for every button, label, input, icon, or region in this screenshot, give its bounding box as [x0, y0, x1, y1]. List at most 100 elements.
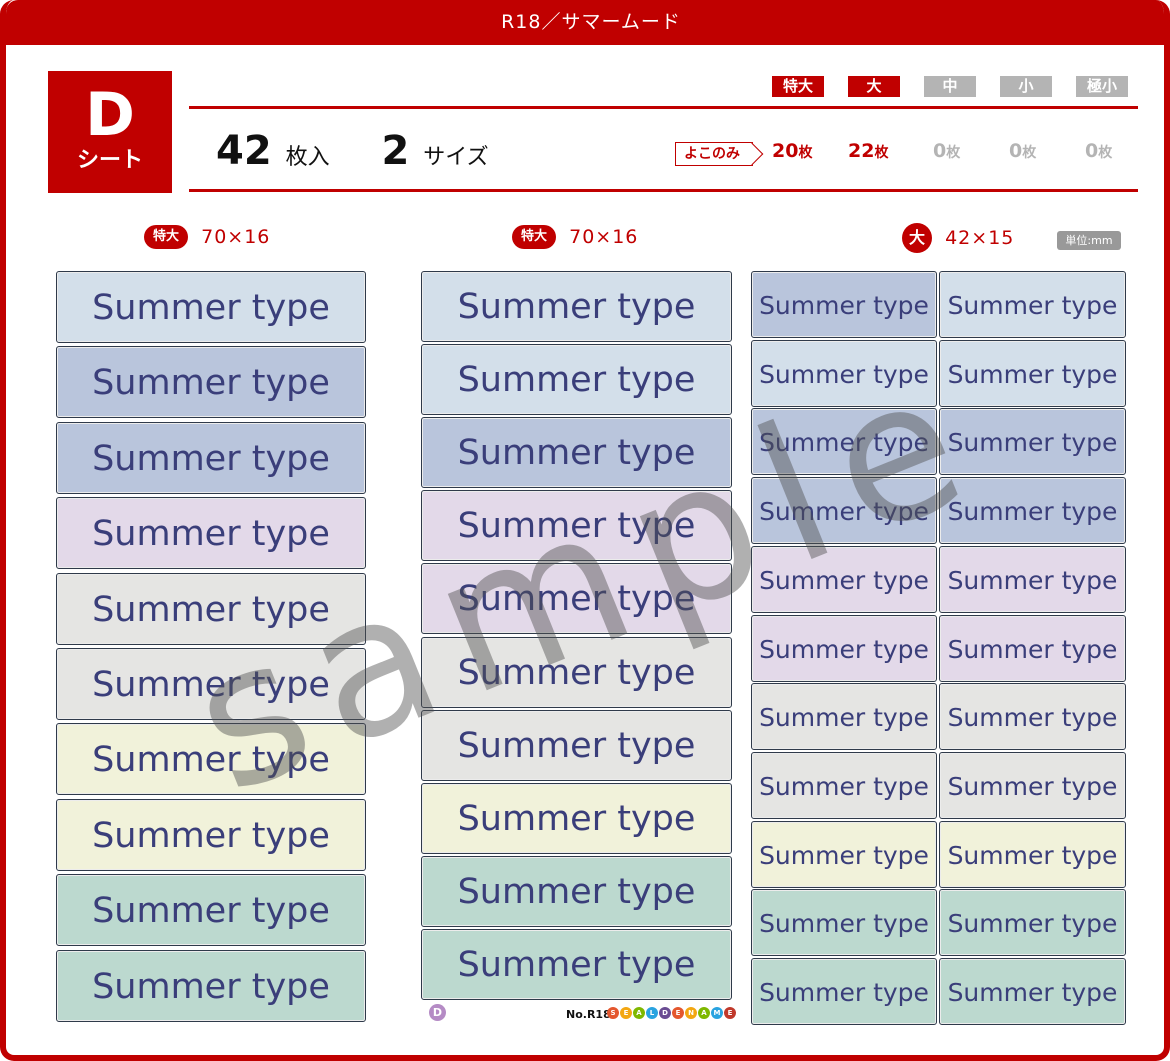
name-label-text: Summer type	[92, 288, 330, 328]
name-label: Summer type	[56, 271, 366, 343]
size-badge: 極小	[1076, 76, 1128, 97]
name-label: Summer type	[421, 271, 732, 342]
name-label-text: Summer type	[947, 840, 1118, 870]
size-badge: 特大	[772, 76, 824, 97]
name-label: Summer type	[939, 545, 1126, 613]
name-label-text: Summer type	[92, 740, 330, 781]
name-label-text: Summer type	[759, 978, 929, 1007]
quantity-number: 22	[848, 140, 875, 162]
name-label: Summer type	[751, 271, 937, 338]
name-label: Summer type	[751, 477, 937, 545]
unit-note: 単位:mm	[1057, 231, 1121, 250]
name-label-text: Summer type	[457, 725, 696, 766]
name-label: Summer type	[751, 545, 937, 613]
name-label-text: Summer type	[759, 634, 929, 664]
name-label-text: Summer type	[92, 891, 330, 932]
name-label: Summer type	[56, 572, 366, 645]
size-count-number: 2	[381, 128, 410, 174]
sheet-label: シート	[76, 148, 143, 173]
column-1-size-badge: 特大	[144, 224, 189, 249]
sheet-count: 42 枚入 2 サイズ	[216, 128, 489, 174]
name-label: Summer type	[939, 958, 1126, 1025]
name-label: Summer type	[751, 958, 937, 1025]
quantity-number: 0	[1085, 140, 1099, 162]
sheet-count-unit: 枚入	[285, 145, 330, 170]
name-label: Summer type	[56, 421, 366, 494]
name-label: Summer type	[939, 271, 1126, 338]
divider-bottom	[189, 189, 1138, 192]
name-label-text: Summer type	[759, 703, 929, 733]
title-bar: R18／サマームード	[6, 0, 1164, 45]
name-label: Summer type	[939, 683, 1126, 751]
sheet-letter: D	[85, 80, 135, 150]
name-label-text: Summer type	[759, 428, 929, 458]
name-label-text: Summer type	[457, 433, 696, 474]
name-label-text: Summer type	[759, 497, 929, 527]
name-label-text: Summer type	[92, 363, 330, 404]
name-label-text: Summer type	[92, 589, 330, 630]
divider-top	[189, 106, 1138, 109]
name-label: Summer type	[751, 889, 937, 957]
name-label-text: Summer type	[457, 944, 696, 985]
name-label: Summer type	[939, 408, 1126, 476]
name-label: Summer type	[56, 798, 366, 871]
name-label-text: Summer type	[759, 771, 929, 801]
name-label: Summer type	[421, 928, 732, 1000]
quantity-number: 0	[1009, 140, 1023, 162]
quantity-unit: 枚	[874, 145, 889, 161]
column-1-header: 特大 70×16	[144, 223, 270, 249]
quantity: 0枚	[1085, 140, 1112, 162]
name-label: Summer type	[751, 751, 937, 819]
name-label-text: Summer type	[759, 291, 929, 320]
name-label-text: Summer type	[759, 840, 929, 870]
quantity-number: 20	[772, 140, 799, 162]
brand-letter: A	[633, 1007, 645, 1019]
quantity-unit: 枚	[1022, 145, 1037, 161]
column-3-size-badge: 大	[902, 223, 932, 253]
name-label-text: Summer type	[92, 665, 330, 705]
sheet-type-badge: D シート	[48, 71, 172, 193]
name-label: Summer type	[56, 648, 366, 720]
sheet-count-number: 42	[216, 128, 272, 174]
name-label-text: Summer type	[947, 703, 1118, 733]
brand-logo: SEALDENAME	[607, 1007, 736, 1023]
column-2-header: 特大 70×16	[512, 223, 638, 249]
name-label-text: Summer type	[457, 287, 696, 327]
name-label: Summer type	[751, 820, 937, 888]
quantity-number: 0	[933, 140, 947, 162]
size-count-unit: サイズ	[423, 145, 489, 170]
name-label: Summer type	[421, 490, 732, 562]
brand-letter: M	[711, 1007, 723, 1019]
brand-letter: N	[685, 1007, 697, 1019]
yoko-only-tag: よこのみ	[675, 142, 753, 166]
brand-letter: A	[698, 1007, 710, 1019]
name-label: Summer type	[751, 683, 937, 751]
name-label-text: Summer type	[92, 966, 330, 1007]
name-label: Summer type	[56, 874, 366, 947]
name-label-text: Summer type	[92, 815, 330, 856]
column-2-dims: 70×16	[569, 225, 639, 248]
name-label: Summer type	[56, 949, 366, 1022]
name-label: Summer type	[421, 344, 732, 416]
name-label-text: Summer type	[947, 978, 1118, 1007]
name-label: Summer type	[421, 855, 732, 927]
column-2-size-badge: 特大	[512, 224, 557, 249]
name-label-text: Summer type	[759, 909, 929, 939]
column-3-header: 大 42×15	[902, 223, 1014, 253]
name-label: Summer type	[939, 477, 1126, 545]
name-label: Summer type	[421, 709, 732, 781]
name-label-text: Summer type	[759, 359, 929, 389]
brand-letter: E	[672, 1007, 684, 1019]
name-label-text: Summer type	[947, 291, 1118, 320]
name-label: Summer type	[939, 820, 1126, 888]
quantity-unit: 枚	[946, 145, 961, 161]
name-label: Summer type	[421, 636, 732, 708]
column-1-dims: 70×16	[201, 225, 271, 248]
footer-sheet-letter: D	[429, 1004, 446, 1021]
quantity-unit: 枚	[798, 145, 813, 161]
brand-letter: L	[646, 1007, 658, 1019]
brand-letter: D	[659, 1007, 671, 1019]
quantity: 22枚	[848, 140, 888, 162]
size-badge: 小	[1000, 76, 1052, 97]
name-label-text: Summer type	[947, 634, 1118, 664]
